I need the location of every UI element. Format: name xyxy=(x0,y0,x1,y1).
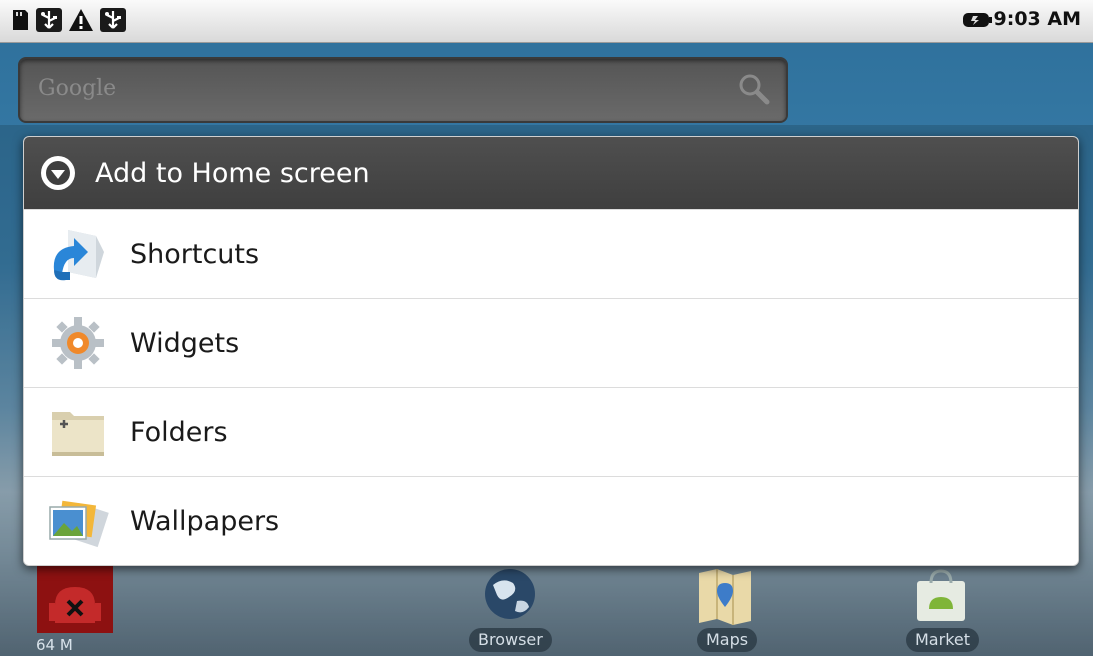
maps-icon[interactable] xyxy=(695,567,755,625)
warning-icon xyxy=(69,9,93,31)
status-bar: 9:03 AM xyxy=(0,0,1093,43)
wallpapers-icon xyxy=(49,500,109,548)
widget-memory-label: 64 M xyxy=(36,636,73,654)
search-placeholder: Google xyxy=(38,76,117,101)
menu-item-label: Folders xyxy=(130,416,228,448)
home-screen: 9:03 AM Google 64 M Browser Maps Market … xyxy=(0,0,1093,656)
search-icon[interactable] xyxy=(736,71,772,107)
task-killer-widget-icon[interactable] xyxy=(35,565,115,635)
menu-item-label: Shortcuts xyxy=(130,238,260,270)
market-label: Market xyxy=(906,628,979,652)
add-to-home-dialog: Add to Home screen Shortcuts Widgets Fol… xyxy=(23,136,1079,566)
market-bag-icon[interactable] xyxy=(913,567,969,623)
status-clock: 9:03 AM xyxy=(993,8,1082,30)
usb-icon xyxy=(100,8,126,32)
menu-item-folders[interactable]: Folders xyxy=(24,387,1078,476)
dialog-header: Add to Home screen xyxy=(24,137,1078,209)
browser-globe-icon[interactable] xyxy=(483,567,537,621)
battery-icon xyxy=(963,13,992,27)
menu-item-wallpapers[interactable]: Wallpapers xyxy=(24,476,1078,565)
widgets-gear-icon xyxy=(52,317,104,369)
menu-item-shortcuts[interactable]: Shortcuts xyxy=(24,209,1078,298)
menu-item-label: Wallpapers xyxy=(130,505,280,537)
menu-item-widgets[interactable]: Widgets xyxy=(24,298,1078,387)
google-search-bar[interactable]: Google xyxy=(18,57,788,123)
sd-card-icon xyxy=(13,10,28,30)
dropdown-circle-icon xyxy=(41,156,75,190)
usb-icon xyxy=(36,8,62,32)
folder-icon xyxy=(52,412,104,456)
shortcut-icon xyxy=(53,230,104,281)
dialog-title: Add to Home screen xyxy=(95,157,370,189)
browser-label: Browser xyxy=(469,628,552,652)
maps-label: Maps xyxy=(697,628,758,652)
menu-item-label: Widgets xyxy=(130,327,240,359)
